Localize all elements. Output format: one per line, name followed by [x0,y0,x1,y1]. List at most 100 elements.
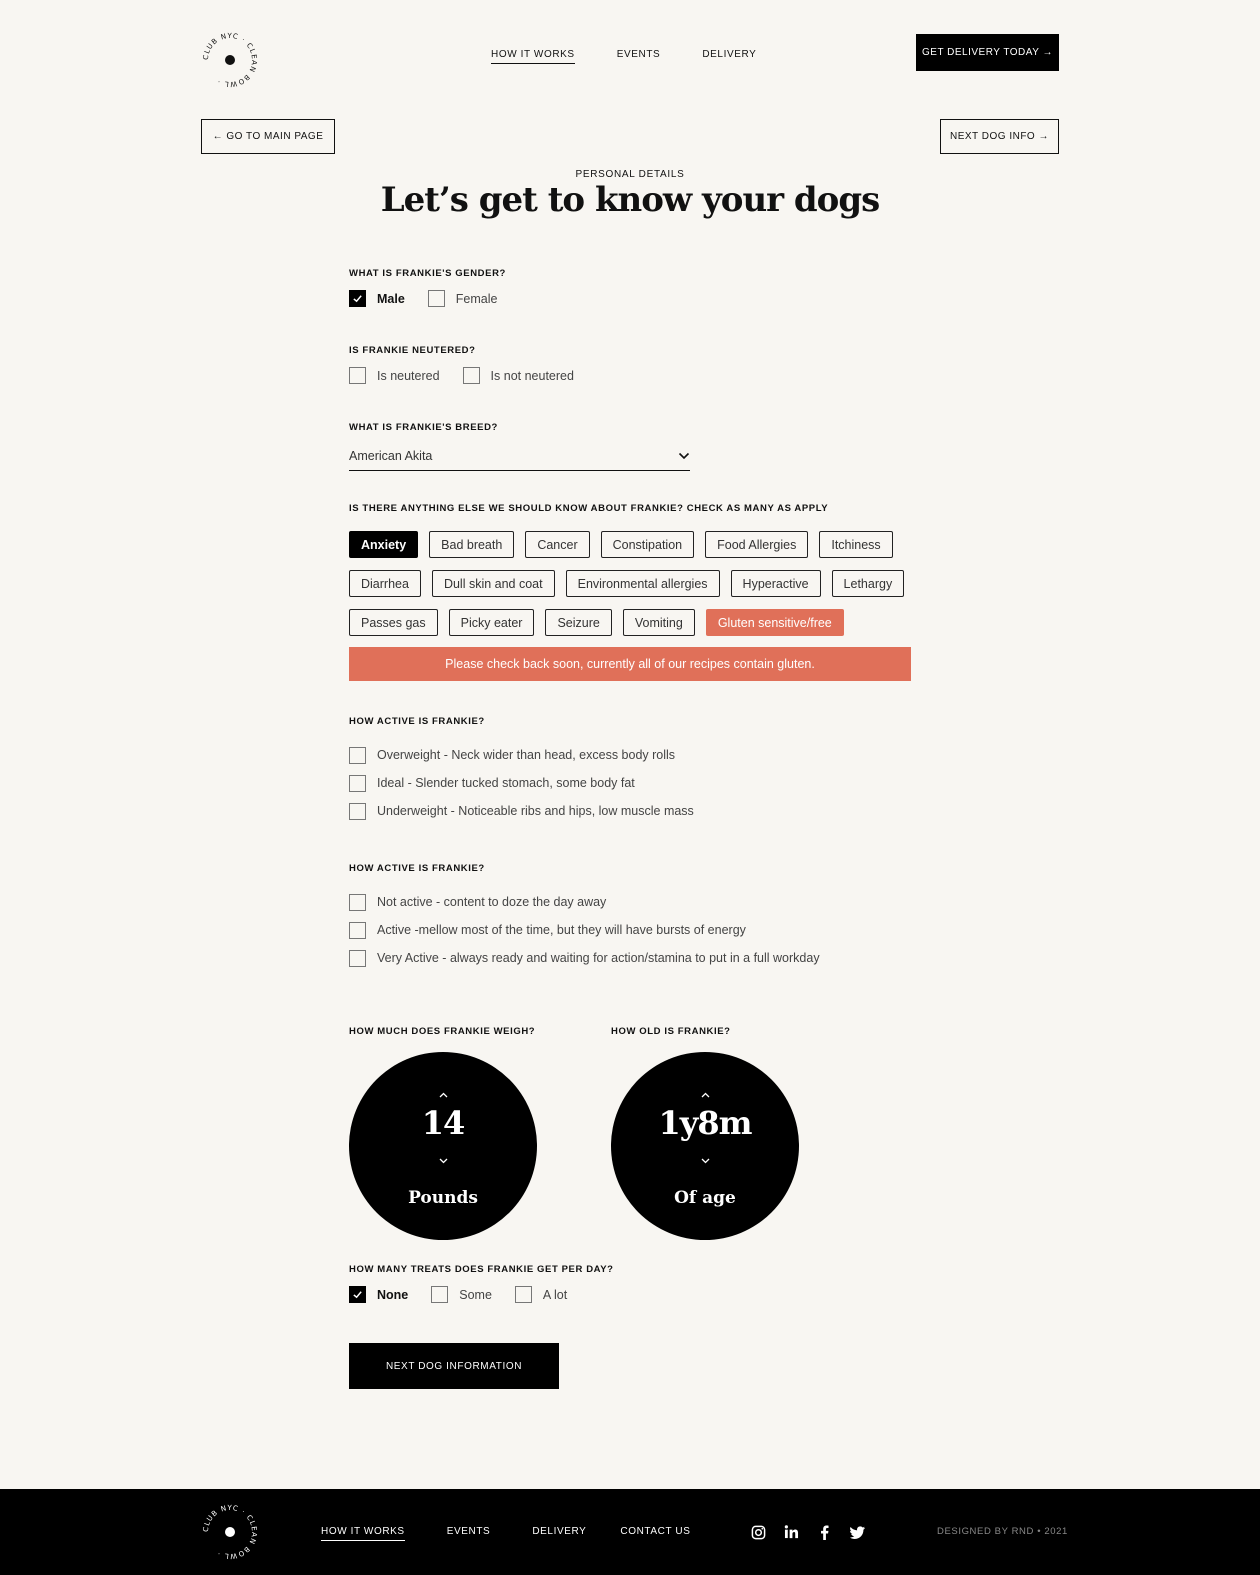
chip-passes-gas[interactable]: Passes gas [349,609,438,636]
brand-logo[interactable]: CLUB NYC · CLEAN BOWL · [200,30,260,90]
age-dial[interactable]: 1y8m Of age [611,1052,799,1240]
chip-itchiness[interactable]: Itchiness [819,531,893,558]
nav-delivery[interactable]: DELIVERY [702,49,756,64]
footer-nav-how-it-works[interactable]: HOW IT WORKS [321,1526,405,1541]
check-icon [353,1291,362,1299]
checkbox-checked[interactable] [349,1286,366,1303]
activity-question: HOW ACTIVE IS FRANKIE? Not active - cont… [349,863,911,972]
checkbox[interactable] [349,921,366,939]
is-neutered-option[interactable]: Is neutered [349,367,440,384]
footer-nav-delivery[interactable]: DELIVERY [532,1526,586,1541]
chip-environmental-allergies[interactable]: Environmental allergies [565,570,720,597]
chip-hyperactive[interactable]: Hyperactive [730,570,821,597]
option-label: Some [459,1287,492,1302]
conditions-label: IS THERE ANYTHING ELSE WE SHOULD KNOW AB… [349,503,829,514]
option-label: Active -mellow most of the time, but the… [377,923,746,937]
get-delivery-button[interactable]: GET DELIVERY TODAY → [916,34,1059,71]
activity-active-option[interactable]: Active -mellow most of the time, but the… [349,916,911,944]
weight-dial[interactable]: 14 Pounds [349,1052,537,1240]
main-nav: HOW IT WORKS EVENTS DELIVERY [491,49,798,64]
next-dog-info-button[interactable]: NEXT DOG INFO → [940,119,1059,154]
chevron-down-icon[interactable] [433,1154,453,1168]
chip-vomiting[interactable]: Vomiting [622,609,695,636]
treats-some-option[interactable]: Some [431,1286,492,1303]
option-label: Male [377,291,405,306]
chip-picky-eater[interactable]: Picky eater [448,609,535,636]
breed-select[interactable]: American Akita [349,445,690,471]
checkbox[interactable] [431,1286,449,1303]
option-label: Underweight - Noticeable ribs and hips, … [377,804,694,818]
activity-very-active-option[interactable]: Very Active - always ready and waiting f… [349,944,911,972]
chip-seizure[interactable]: Seizure [545,609,612,636]
breed-selected-value: American Akita [349,448,433,463]
nav-how-it-works[interactable]: HOW IT WORKS [491,49,575,64]
conditions-question: IS THERE ANYTHING ELSE WE SHOULD KNOW AB… [349,503,911,681]
site-footer: CLUB NYC · CLEAN BOWL · HOW IT WORKS EVE… [0,1489,1260,1575]
body-underweight-option[interactable]: Underweight - Noticeable ribs and hips, … [349,797,911,825]
chip-diarrhea[interactable]: Diarrhea [349,570,421,597]
checkbox[interactable] [349,367,366,384]
is-not-neutered-option[interactable]: Is not neutered [462,367,574,384]
body-overweight-option[interactable]: Overweight - Neck wider than head, exces… [349,741,911,769]
nav-events[interactable]: EVENTS [617,49,661,64]
chip-gluten-sensitive[interactable]: Gluten sensitive/free [705,609,844,636]
option-label: Not active - content to doze the day awa… [377,895,607,909]
checkbox[interactable] [349,893,366,911]
checkbox[interactable] [462,367,480,384]
checkbox[interactable] [349,746,366,764]
linkedin-icon[interactable] [781,1522,801,1542]
chip-anxiety[interactable]: Anxiety [349,531,419,558]
condition-chips: Anxiety Bad breath Cancer Constipation F… [349,531,911,636]
chevron-up-icon[interactable] [695,1088,715,1102]
gender-male-option[interactable]: Male [349,290,405,307]
chip-constipation[interactable]: Constipation [600,531,695,558]
footer-logo[interactable]: CLUB NYC · CLEAN BOWL · [200,1502,260,1562]
facebook-icon[interactable] [814,1522,834,1542]
footer-nav: HOW IT WORKS EVENTS DELIVERY CONTACT US [321,1526,732,1541]
option-label: Very Active - always ready and waiting f… [377,951,820,965]
age-question: HOW OLD IS FRANKIE? 1y8m Of age [611,1026,873,1240]
gender-female-option[interactable]: Female [427,290,497,307]
check-icon [353,295,362,303]
weight-age-dials: HOW MUCH DOES FRANKIE WEIGH? 14 Pounds H… [349,1026,911,1240]
checkbox-checked[interactable] [349,290,366,307]
body-type-label: HOW ACTIVE IS FRANKIE? [349,716,485,727]
twitter-icon[interactable] [847,1522,867,1542]
option-label: Is not neutered [490,368,574,383]
chevron-up-icon[interactable] [433,1088,453,1102]
next-dog-information-button[interactable]: NEXT DOG INFORMATION [349,1343,559,1389]
weight-question: HOW MUCH DOES FRANKIE WEIGH? 14 Pounds [349,1026,611,1240]
treats-a-lot-option[interactable]: A lot [514,1286,568,1303]
chip-dull-skin[interactable]: Dull skin and coat [431,570,555,597]
footer-nav-events[interactable]: EVENTS [447,1526,491,1541]
section-eyebrow: PERSONAL DETAILS [575,169,685,180]
breed-question: WHAT IS FRANKIE'S BREED? American Akita [349,422,911,471]
instagram-icon[interactable] [748,1522,768,1542]
neutered-question: IS FRANKIE NEUTERED? Is neutered Is not … [349,345,911,384]
checkbox[interactable] [349,802,366,820]
chip-food-allergies[interactable]: Food Allergies [705,531,809,558]
chip-bad-breath[interactable]: Bad breath [429,531,515,558]
checkbox[interactable] [349,949,366,967]
designer-credit: DESIGNED BY RND • 2021 [937,1526,1068,1537]
body-ideal-option[interactable]: Ideal - Slender tucked stomach, some bod… [349,769,911,797]
checkbox[interactable] [514,1286,532,1303]
option-label: A lot [542,1287,568,1302]
chip-cancer[interactable]: Cancer [525,531,590,558]
age-label: HOW OLD IS FRANKIE? [611,1026,731,1037]
chevron-down-icon [678,452,690,459]
chevron-down-icon[interactable] [695,1154,715,1168]
treats-none-option[interactable]: None [349,1286,408,1303]
gluten-alert: Please check back soon, currently all of… [349,647,911,681]
checkbox[interactable] [349,774,366,792]
dog-details-form: WHAT IS FRANKIE'S GENDER? Male Female IS… [349,268,911,1389]
age-value: 1y8m [658,1104,753,1142]
footer-nav-contact-us[interactable]: CONTACT US [620,1526,690,1541]
checkbox[interactable] [427,290,445,307]
activity-not-active-option[interactable]: Not active - content to doze the day awa… [349,888,911,916]
option-label: Ideal - Slender tucked stomach, some bod… [377,776,635,790]
treats-question: HOW MANY TREATS DOES FRANKIE GET PER DAY… [349,1264,911,1303]
chip-lethargy[interactable]: Lethargy [831,570,905,597]
back-to-main-button[interactable]: ← GO TO MAIN PAGE [201,119,335,154]
page-title: Let’s get to know your dogs [380,180,881,220]
